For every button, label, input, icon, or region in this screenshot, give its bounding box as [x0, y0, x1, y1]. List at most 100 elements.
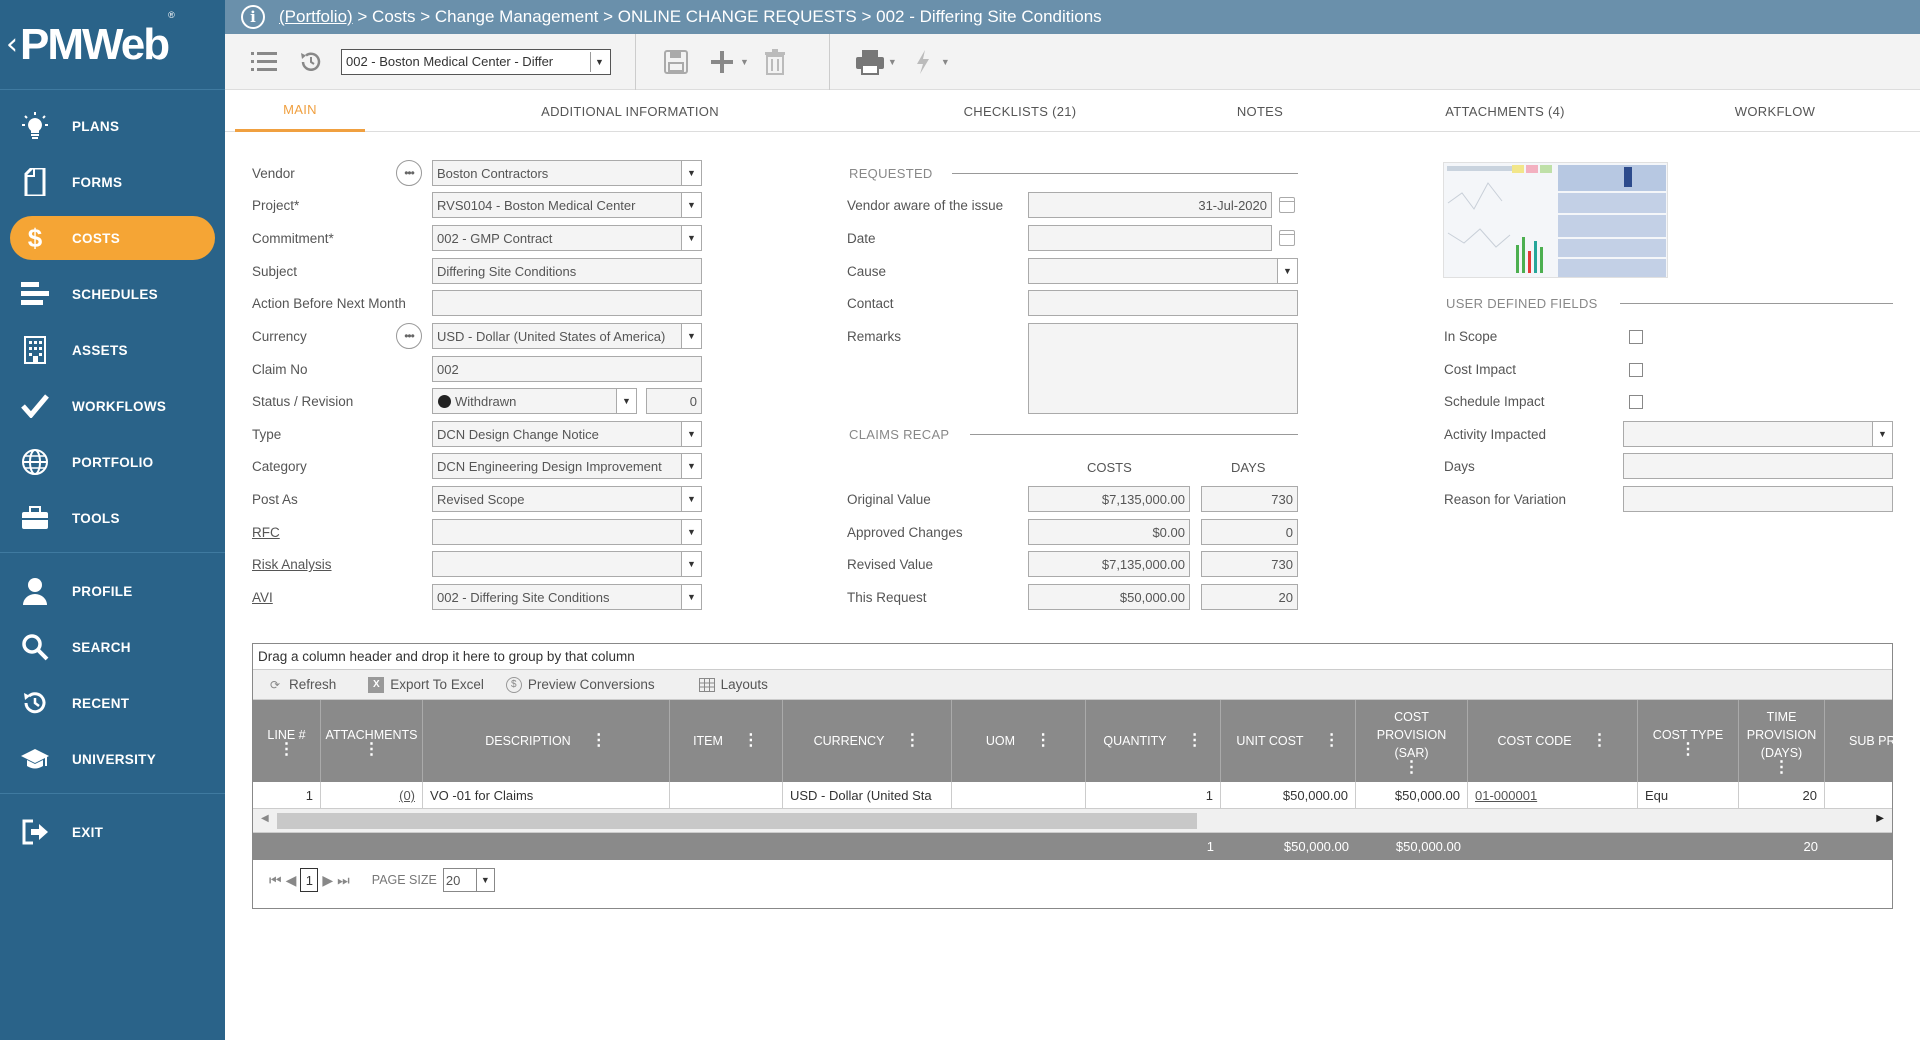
column-header-line[interactable]: LINE # ⋮ [253, 700, 321, 782]
days-input[interactable] [1623, 453, 1893, 479]
first-page-icon[interactable]: ⏮ [269, 872, 282, 889]
info-icon[interactable]: i [241, 5, 265, 29]
commitment-select[interactable]: 002 - GMP Contract ▼ [432, 225, 702, 251]
remarks-textarea[interactable] [1028, 323, 1298, 414]
column-menu-icon[interactable]: ⋮ [1592, 733, 1608, 749]
subject-input[interactable]: Differing Site Conditions [432, 258, 702, 284]
contact-input[interactable] [1028, 290, 1298, 316]
chevron-down-icon[interactable]: ▼ [1872, 422, 1892, 446]
pmweb-logo[interactable]: ‹ PMWeb ® [0, 0, 225, 90]
sidebar-item-forms[interactable]: FORMS [10, 160, 215, 204]
sidebar-item-profile[interactable]: PROFILE [10, 569, 215, 613]
column-header-currency[interactable]: CURRENCY ⋮ [783, 700, 952, 782]
avi-link[interactable]: AVI [252, 590, 273, 605]
sidebar-item-tools[interactable]: TOOLS [10, 496, 215, 540]
cell-cost-code-link[interactable]: 01-000001 [1468, 782, 1638, 809]
print-dropdown-icon[interactable]: ▼ [888, 57, 897, 67]
calendar-icon[interactable] [1279, 230, 1295, 246]
column-menu-icon[interactable]: ⋮ [364, 742, 380, 758]
rfc-select[interactable]: ▼ [432, 519, 702, 545]
actions-dropdown-icon[interactable]: ▼ [941, 57, 950, 67]
column-menu-icon[interactable]: ⋮ [1035, 733, 1051, 749]
risk-analysis-select[interactable]: ▼ [432, 551, 702, 577]
sidebar-item-schedules[interactable]: SCHEDULES [10, 272, 215, 316]
column-header-time-provision[interactable]: TIME PROVISION (DAYS) ⋮ [1739, 700, 1825, 782]
breadcrumb-portfolio-link[interactable]: (Portfolio) [279, 7, 353, 27]
vendor-more-icon[interactable]: ••• [396, 160, 422, 186]
back-chevron-icon[interactable]: ‹ [6, 27, 18, 62]
chevron-down-icon[interactable]: ▼ [681, 226, 701, 250]
layouts-button[interactable]: Layouts [698, 677, 768, 693]
tab-main[interactable]: MAIN [235, 90, 365, 132]
chevron-down-icon[interactable]: ▼ [681, 422, 701, 446]
scroll-right-icon[interactable]: ▶ [1876, 813, 1884, 824]
column-header-unit-cost[interactable]: UNIT COST ⋮ [1221, 700, 1356, 782]
next-page-icon[interactable]: ▶ [322, 872, 333, 889]
export-excel-button[interactable]: X Export To Excel [368, 676, 484, 693]
activity-impacted-select[interactable]: ▼ [1623, 421, 1893, 447]
scrollbar-thumb[interactable] [277, 813, 1197, 829]
record-select[interactable]: 002 - Boston Medical Center - Differ ▼ [341, 48, 611, 75]
column-header-cost-type[interactable]: COST TYPE ⋮ [1638, 700, 1739, 782]
scroll-left-icon[interactable]: ◀ [261, 813, 269, 824]
column-menu-icon[interactable]: ⋮ [279, 742, 295, 758]
column-header-cost-code[interactable]: COST CODE ⋮ [1468, 700, 1638, 782]
schedule-impact-checkbox[interactable] [1629, 395, 1643, 409]
vendor-aware-date-input[interactable]: 31-Jul-2020 [1028, 192, 1272, 218]
tab-additional-information[interactable]: ADDITIONAL INFORMATION [505, 90, 755, 132]
tab-notes[interactable]: NOTES [1205, 90, 1315, 132]
column-header-attachments[interactable]: ATTACHMENTS ⋮ [321, 700, 423, 782]
sidebar-item-assets[interactable]: ASSETS [10, 328, 215, 372]
column-menu-icon[interactable]: ⋮ [743, 733, 759, 749]
table-row[interactable]: 1 (0) VO -01 for Claims USD - Dollar (Un… [253, 782, 1892, 809]
last-page-icon[interactable]: ⏭ [337, 872, 350, 889]
sidebar-item-exit[interactable]: EXIT [10, 810, 215, 854]
column-header-description[interactable]: DESCRIPTION ⋮ [423, 700, 670, 782]
currency-more-icon[interactable]: ••• [396, 323, 422, 349]
category-select[interactable]: DCN Engineering Design Improvement ▼ [432, 453, 702, 479]
sidebar-item-recent[interactable]: RECENT [10, 681, 215, 725]
previous-page-icon[interactable]: ◀ [286, 872, 297, 889]
column-menu-icon[interactable]: ⋮ [1404, 760, 1420, 776]
claim-no-input[interactable]: 002 [432, 356, 702, 382]
column-header-cost-provision[interactable]: COST PROVISION (SAR) ⋮ [1356, 700, 1468, 782]
column-menu-icon[interactable]: ⋮ [1680, 742, 1696, 758]
chevron-down-icon[interactable]: ▼ [475, 869, 494, 891]
chevron-down-icon[interactable]: ▼ [681, 454, 701, 478]
post-as-select[interactable]: Revised Scope ▼ [432, 486, 702, 512]
chevron-down-icon[interactable]: ▼ [681, 520, 701, 544]
project-select[interactable]: RVS0104 - Boston Medical Center ▼ [432, 192, 702, 218]
column-header-quantity[interactable]: QUANTITY ⋮ [1086, 700, 1221, 782]
sidebar-item-costs[interactable]: $ COSTS [10, 216, 215, 260]
tab-checklists[interactable]: CHECKLISTS (21) [925, 90, 1115, 132]
page-size-select[interactable]: 20 ▼ [442, 868, 495, 892]
column-menu-icon[interactable]: ⋮ [1187, 733, 1203, 749]
currency-select[interactable]: USD - Dollar (United States of America) ▼ [432, 323, 702, 349]
cost-impact-checkbox[interactable] [1629, 363, 1643, 377]
sidebar-item-workflows[interactable]: WORKFLOWS [10, 384, 215, 428]
lightning-icon[interactable] [907, 46, 939, 78]
risk-analysis-link[interactable]: Risk Analysis [252, 557, 332, 572]
chevron-down-icon[interactable]: ▼ [681, 193, 701, 217]
column-header-item[interactable]: ITEM ⋮ [670, 700, 783, 782]
current-page[interactable]: 1 [300, 868, 319, 892]
reason-for-variation-input[interactable] [1623, 486, 1893, 512]
sidebar-item-portfolio[interactable]: PORTFOLIO [10, 440, 215, 484]
sidebar-item-university[interactable]: UNIVERSITY [10, 737, 215, 781]
sidebar-item-search[interactable]: SEARCH [10, 625, 215, 669]
rfc-link[interactable]: RFC [252, 525, 280, 540]
cell-attachments-link[interactable]: (0) [321, 782, 423, 809]
dashboard-thumbnail[interactable] [1443, 162, 1668, 278]
column-menu-icon[interactable]: ⋮ [591, 733, 607, 749]
horizontal-scrollbar[interactable]: ◀ ▶ [253, 809, 1892, 833]
chevron-down-icon[interactable]: ▼ [681, 487, 701, 511]
sidebar-item-plans[interactable]: PLANS [10, 104, 215, 148]
column-menu-icon[interactable]: ⋮ [1324, 733, 1340, 749]
date-input[interactable] [1028, 225, 1272, 251]
add-dropdown-icon[interactable]: ▼ [740, 57, 749, 67]
column-menu-icon[interactable]: ⋮ [904, 733, 920, 749]
list-icon[interactable] [249, 46, 281, 78]
avi-select[interactable]: 002 - Differing Site Conditions ▼ [432, 584, 702, 610]
type-select[interactable]: DCN Design Change Notice ▼ [432, 421, 702, 447]
in-scope-checkbox[interactable] [1629, 330, 1643, 344]
